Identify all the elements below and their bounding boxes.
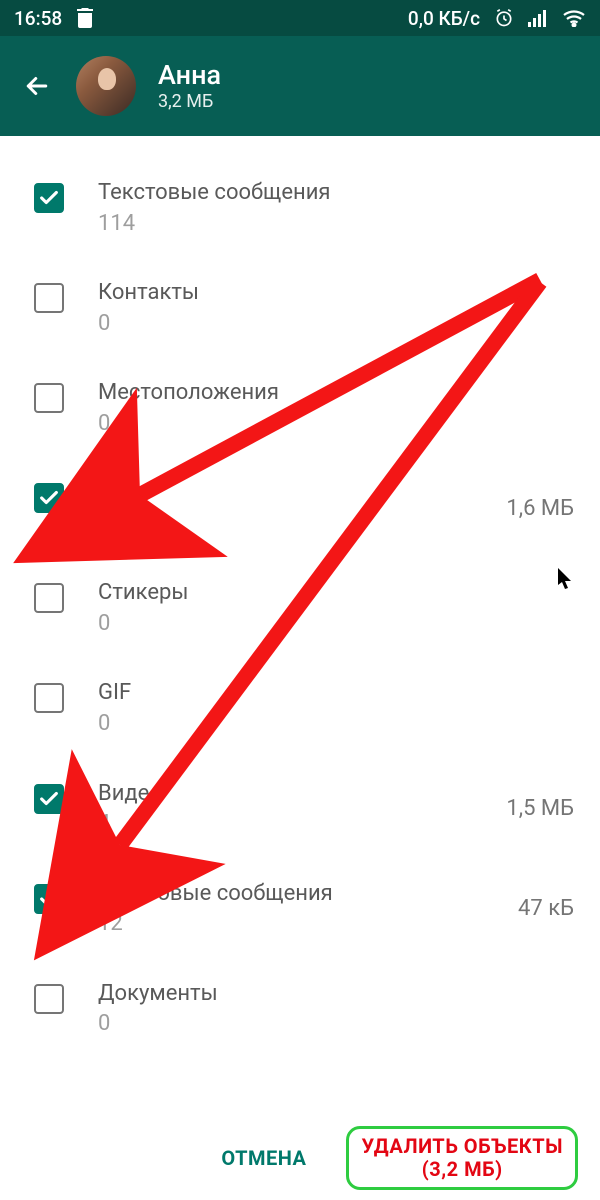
back-button[interactable] (20, 69, 54, 103)
alarm-icon (494, 8, 514, 28)
category-row-docs[interactable]: Документы0 (0, 959, 600, 1059)
delete-button-line1: УДАЛИТЬ ОБЪЕКТЫ (361, 1135, 563, 1158)
signal-icon (528, 9, 548, 27)
category-row-voice[interactable]: Голосовые сообщения12 47 кБ (0, 859, 600, 959)
category-label: GIF (98, 679, 574, 708)
category-row-gif[interactable]: GIF0 (0, 658, 600, 758)
checkbox-stickers[interactable] (34, 583, 64, 613)
category-label: Текстовые сообщения (98, 179, 574, 208)
app-header: Анна 3,2 МБ (0, 36, 600, 136)
checkbox-gif[interactable] (34, 683, 64, 713)
category-count: 114 (98, 210, 574, 238)
category-row-locations[interactable]: Местоположения0 (0, 358, 600, 458)
checkbox-contacts[interactable] (34, 283, 64, 313)
category-label: Документы (98, 980, 574, 1009)
category-row-video[interactable]: Видео4 1,5 МБ (0, 759, 600, 859)
category-row-photos[interactable]: Фото20 1,6 МБ (0, 458, 600, 558)
category-row-contacts[interactable]: Контакты0 (0, 258, 600, 358)
footer-actions: ОТМЕНА УДАЛИТЬ ОБЪЕКТЫ (3,2 МБ) (0, 1116, 600, 1200)
storage-category-list: Текстовые сообщения114Контакты0Местополо… (0, 136, 600, 1059)
category-row-text[interactable]: Текстовые сообщения114 (0, 158, 600, 258)
checkbox-voice[interactable] (34, 884, 64, 914)
checkbox-locations[interactable] (34, 383, 64, 413)
category-label: Фото (98, 479, 472, 508)
delete-button-line2: (3,2 МБ) (361, 1158, 563, 1181)
checkbox-text[interactable] (34, 183, 64, 213)
contact-name: Анна (158, 60, 221, 91)
category-label: Местоположения (98, 379, 574, 408)
category-size: 1,6 МБ (506, 496, 574, 521)
status-time: 16:58 (14, 7, 62, 30)
trash-icon (76, 8, 94, 28)
cancel-button[interactable]: ОТМЕНА (209, 1136, 318, 1180)
category-count: 0 (98, 610, 574, 638)
category-count: 0 (98, 310, 574, 338)
category-size: 47 кБ (518, 896, 574, 921)
status-speed: 0,0 КБ/с (408, 7, 480, 30)
status-bar: 16:58 0,0 КБ/с (0, 0, 600, 36)
contact-total-size: 3,2 МБ (158, 91, 221, 112)
checkbox-docs[interactable] (34, 984, 64, 1014)
category-label: Видео (98, 780, 472, 809)
category-label: Стикеры (98, 579, 574, 608)
avatar[interactable] (76, 56, 136, 116)
checkbox-video[interactable] (34, 784, 64, 814)
category-count: 0 (98, 710, 574, 738)
category-count: 12 (98, 910, 484, 938)
category-count: 20 (98, 510, 472, 538)
category-count: 0 (98, 1010, 574, 1038)
category-row-stickers[interactable]: Стикеры0 (0, 558, 600, 658)
cursor-icon (558, 568, 574, 594)
category-label: Контакты (98, 279, 574, 308)
category-size: 1,5 МБ (506, 796, 574, 821)
wifi-icon (562, 9, 586, 27)
checkbox-photos[interactable] (34, 483, 64, 513)
category-count: 0 (98, 410, 574, 438)
category-count: 4 (98, 810, 472, 838)
delete-button[interactable]: УДАЛИТЬ ОБЪЕКТЫ (3,2 МБ) (346, 1126, 578, 1190)
category-label: Голосовые сообщения (98, 880, 484, 909)
